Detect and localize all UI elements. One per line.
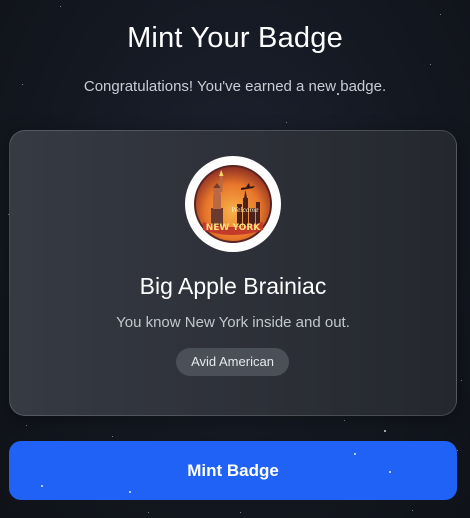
badge-card: NEW YORK Welcome Big Apple Brainiac You … bbox=[9, 130, 457, 416]
badge-description: You know New York inside and out. bbox=[116, 314, 350, 331]
star bbox=[461, 380, 462, 381]
star bbox=[440, 14, 441, 15]
star bbox=[457, 450, 458, 451]
badge-image: NEW YORK Welcome bbox=[185, 156, 281, 252]
star bbox=[412, 510, 413, 511]
page-title: Mint Your Badge bbox=[127, 22, 343, 54]
badge-tag: Avid American bbox=[176, 348, 289, 376]
star bbox=[344, 420, 345, 421]
page-subtitle: Congratulations! You've earned a new bad… bbox=[83, 78, 387, 95]
svg-text:NEW YORK: NEW YORK bbox=[206, 223, 262, 233]
star bbox=[240, 512, 241, 513]
star bbox=[60, 6, 61, 7]
star bbox=[354, 453, 356, 455]
star bbox=[112, 436, 113, 437]
star bbox=[384, 430, 386, 432]
badge-name: Big Apple Brainiac bbox=[139, 273, 327, 299]
mint-badge-label: Mint Badge bbox=[187, 460, 279, 480]
star bbox=[389, 471, 391, 473]
star bbox=[148, 512, 149, 513]
star bbox=[41, 485, 43, 487]
mint-badge-button[interactable]: Mint Badge bbox=[9, 441, 457, 500]
statue-of-liberty-badge-icon: NEW YORK Welcome bbox=[194, 165, 272, 243]
star bbox=[129, 491, 131, 493]
star bbox=[286, 122, 287, 123]
star bbox=[430, 64, 431, 65]
star bbox=[26, 425, 27, 426]
svg-text:Welcome: Welcome bbox=[231, 207, 259, 214]
